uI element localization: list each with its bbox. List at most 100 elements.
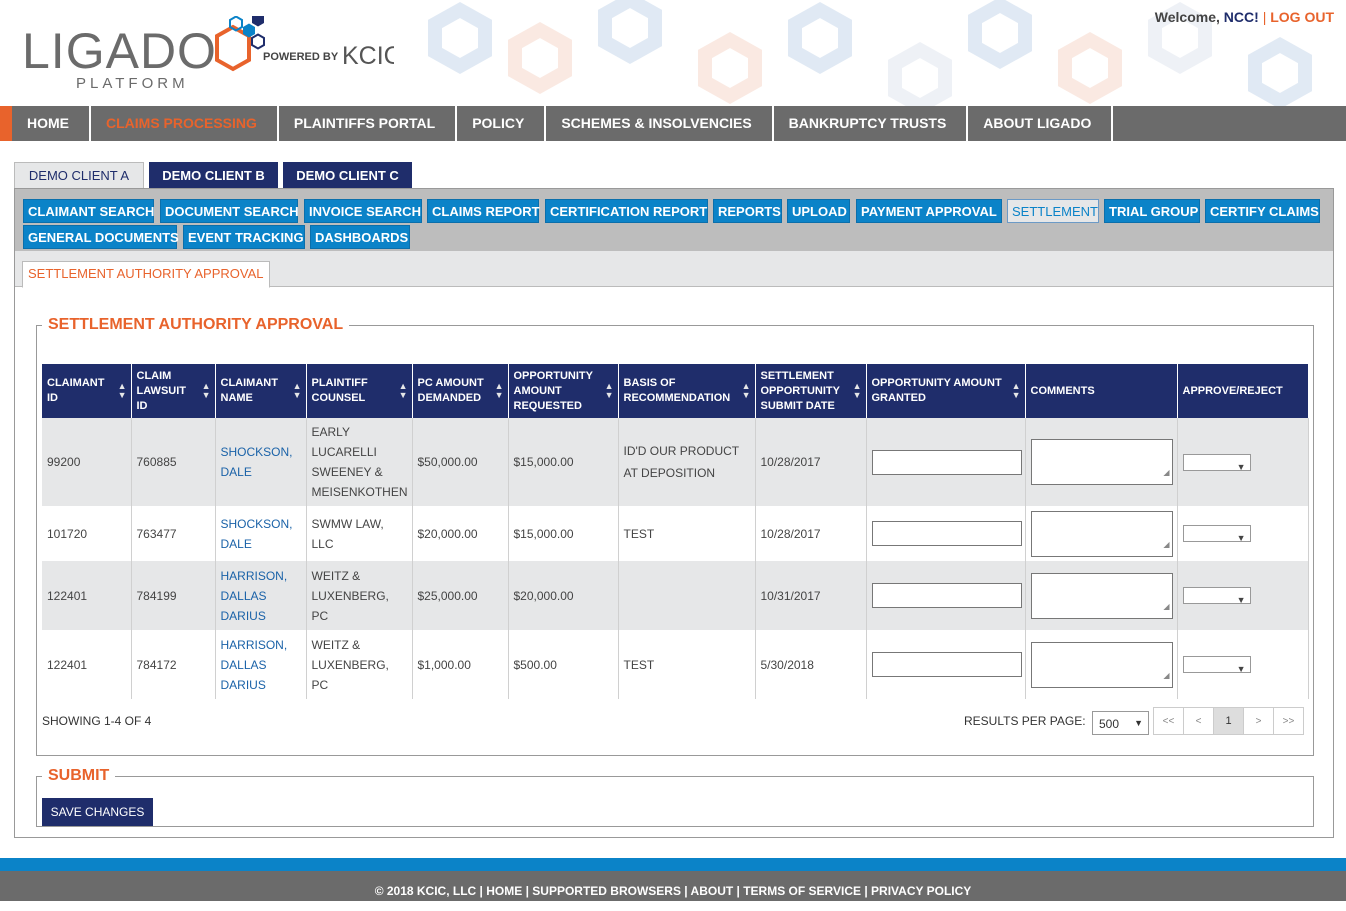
logo-wordmark: LIGADO: [22, 23, 217, 79]
col-claimant-name[interactable]: CLAIMANT NAME ▲ ▼: [215, 364, 307, 418]
amount-granted-input[interactable]: [871, 521, 1022, 546]
pager-first-button[interactable]: <<: [1153, 707, 1184, 735]
claimant-name-link[interactable]: HARRISON, DALLAS DARIUS: [215, 561, 307, 630]
col-opportunity-amount-granted[interactable]: OPPORTUNITY AMOUNT GRANTED ▲ ▼: [866, 364, 1026, 418]
cell-opp-requested: $20,000.00: [508, 561, 619, 630]
chevron-down-icon: ▼: [1236, 595, 1246, 605]
sub-tab-bar: SETTLEMENT AUTHORITY APPROVAL: [15, 251, 1333, 288]
sort-icon: ▲ ▼: [1011, 381, 1021, 400]
subnav-payment-approval[interactable]: PAYMENT APPROVAL: [856, 199, 1002, 223]
chevron-down-icon: ▼: [1236, 664, 1246, 674]
tab-demo-client-c[interactable]: DEMO CLIENT C: [283, 162, 412, 189]
subnav-event-tracking[interactable]: EVENT TRACKING: [183, 225, 305, 249]
results-per-page-select[interactable]: 500 ▼: [1092, 711, 1149, 735]
cell-comments: ◢: [1025, 630, 1178, 699]
subnav-claimant-search[interactable]: CLAIMANT SEARCH: [23, 199, 154, 223]
amount-granted-input[interactable]: [871, 449, 1022, 475]
subnav-claims-report[interactable]: CLAIMS REPORT: [427, 199, 540, 223]
page-header: LIGADO PLATFORM POWERED BY KCIC Welcome,…: [0, 0, 1346, 106]
footer-accent-bar: [0, 858, 1346, 871]
subnav-certify-claims[interactable]: CERTIFY CLAIMS: [1205, 199, 1320, 223]
cell-approve: ▼: [1177, 561, 1309, 630]
table-row: 101720 763477 SHOCKSON, DALE SWMW LAW, L…: [42, 506, 1309, 561]
sort-icon: ▲ ▼: [604, 381, 614, 400]
claimant-name-link[interactable]: SHOCKSON, DALE: [215, 418, 307, 506]
cell-basis: TEST: [618, 630, 756, 699]
amount-granted-input[interactable]: [871, 652, 1022, 677]
cell-lawsuit-id: 784172: [131, 630, 216, 699]
subnav-invoice-search[interactable]: INVOICE SEARCH: [304, 199, 422, 223]
approve-reject-select[interactable]: ▼: [1182, 453, 1251, 472]
cell-basis: TEST: [618, 506, 756, 561]
comments-textarea[interactable]: ◢: [1030, 510, 1173, 557]
save-changes-button[interactable]: SAVE CHANGES: [42, 798, 153, 826]
col-approve-reject: APPROVE/REJECT: [1177, 364, 1309, 418]
pager-page-button[interactable]: 1: [1213, 707, 1244, 735]
subnav-reports[interactable]: REPORTS: [713, 199, 782, 223]
table-row: 122401 784199 HARRISON, DALLAS DARIUS WE…: [42, 561, 1309, 630]
col-claim-lawsuit-id[interactable]: CLAIM LAWSUIT ID ▲ ▼: [131, 364, 216, 418]
sort-icon: ▲ ▼: [852, 381, 862, 400]
claimant-name-link[interactable]: HARRISON, DALLAS DARIUS: [215, 630, 307, 699]
col-basis-of-recommendation[interactable]: BASIS OF RECOMMENDATION ▲ ▼: [618, 364, 756, 418]
cell-lawsuit-id: 784199: [131, 561, 216, 630]
col-plaintiff-counsel[interactable]: PLAINTIFF COUNSEL ▲ ▼: [306, 364, 413, 418]
col-pc-amount-demanded[interactable]: PC AMOUNT DEMANDED ▲ ▼: [412, 364, 509, 418]
nav-plaintiffs-portal[interactable]: PLAINTIFFS PORTAL: [279, 106, 458, 141]
cell-basis: [618, 561, 756, 630]
sort-icon: ▲ ▼: [292, 381, 302, 400]
col-settlement-submit-date[interactable]: SETTLEMENT OPPORTUNITY SUBMIT DATE ▲ ▼: [755, 364, 867, 418]
cell-basis: ID'D OUR PRODUCT AT DEPOSITION: [618, 418, 756, 506]
cell-counsel: SWMW LAW, LLC: [306, 506, 413, 561]
comments-textarea[interactable]: ◢: [1030, 572, 1173, 619]
tab-settlement-authority-approval[interactable]: SETTLEMENT AUTHORITY APPROVAL: [22, 261, 270, 288]
cell-pc-amount: $25,000.00: [412, 561, 509, 630]
cell-granted: [866, 418, 1026, 506]
cell-submit-date: 10/31/2017: [755, 561, 867, 630]
nav-schemes-insolvencies[interactable]: SCHEMES & INSOLVENCIES: [546, 106, 774, 141]
resize-grip-icon: ◢: [1163, 468, 1170, 477]
subnav-certification-report[interactable]: CERTIFICATION REPORT: [545, 199, 708, 223]
sort-icon: ▲ ▼: [494, 381, 504, 400]
approve-reject-select[interactable]: ▼: [1182, 656, 1251, 674]
pager-prev-button[interactable]: <: [1183, 707, 1214, 735]
table-row: 99200 760885 SHOCKSON, DALE EARLY LUCARE…: [42, 418, 1309, 506]
subnav-document-search[interactable]: DOCUMENT SEARCH: [160, 199, 299, 223]
nav-home[interactable]: HOME: [12, 106, 91, 141]
logout-link[interactable]: LOG OUT: [1270, 9, 1334, 25]
nav-policy[interactable]: POLICY: [457, 106, 547, 141]
pager-last-button[interactable]: >>: [1273, 707, 1304, 735]
powered-by: POWERED BY: [263, 51, 339, 63]
subnav-trial-group[interactable]: TRIAL GROUP: [1104, 199, 1200, 223]
cell-lawsuit-id: 760885: [131, 418, 216, 506]
cell-claimant-id: 101720: [42, 506, 132, 561]
col-claimant-id[interactable]: CLAIMANT ID ▲ ▼: [42, 364, 132, 418]
table-header-row: CLAIMANT ID ▲ ▼ CLAIM LAWSUIT ID ▲ ▼ CLAIMAN…: [42, 364, 1309, 418]
subnav-upload[interactable]: UPLOAD: [787, 199, 850, 223]
cell-lawsuit-id: 763477: [131, 506, 216, 561]
nav-bankruptcy-trusts[interactable]: BANKRUPTCY TRUSTS: [774, 106, 969, 141]
approve-reject-select[interactable]: ▼: [1182, 587, 1251, 605]
pager-next-button[interactable]: >: [1243, 707, 1274, 735]
comments-textarea[interactable]: ◢: [1030, 439, 1173, 485]
settlement-table: CLAIMANT ID ▲ ▼ CLAIM LAWSUIT ID ▲ ▼ CLAIMAN…: [42, 364, 1309, 699]
amount-granted-input[interactable]: [871, 583, 1022, 608]
col-opportunity-amount-requested[interactable]: OPPORTUNITY AMOUNT REQUESTED ▲ ▼: [508, 364, 619, 418]
subnav-general-documents[interactable]: GENERAL DOCUMENTS: [23, 225, 179, 249]
logo-platform: PLATFORM: [76, 75, 189, 92]
content-panel: CLAIMANT SEARCH DOCUMENT SEARCH INVOICE …: [14, 188, 1334, 838]
comments-textarea[interactable]: ◢: [1030, 641, 1173, 688]
showing-count: SHOWING 1-4 OF 4: [42, 714, 152, 728]
tab-demo-client-b[interactable]: DEMO CLIENT B: [149, 162, 278, 189]
subnav-dashboards[interactable]: DASHBOARDS: [310, 225, 410, 249]
nav-claims-processing[interactable]: CLAIMS PROCESSING: [91, 106, 279, 141]
footer-links[interactable]: © 2018 KCIC, LLC | HOME | SUPPORTED BROW…: [375, 884, 972, 898]
main-nav: HOME CLAIMS PROCESSING PLAINTIFFS PORTAL…: [0, 106, 1346, 141]
approve-reject-select[interactable]: ▼: [1182, 525, 1251, 543]
claimant-name-link[interactable]: SHOCKSON, DALE: [215, 506, 307, 561]
nav-about-ligado[interactable]: ABOUT LIGADO: [968, 106, 1114, 141]
cell-opp-requested: $15,000.00: [508, 418, 619, 506]
cell-counsel: WEITZ & LUXENBERG, PC: [306, 561, 413, 630]
subnav-settlement[interactable]: SETTLEMENT: [1007, 199, 1099, 223]
tab-demo-client-a[interactable]: DEMO CLIENT A: [14, 162, 144, 189]
